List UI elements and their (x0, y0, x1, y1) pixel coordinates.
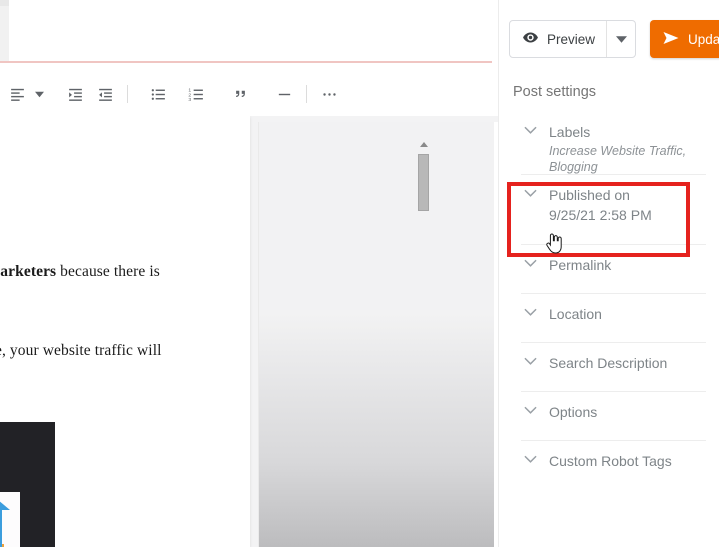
left-edge-strip-top (0, 0, 9, 6)
sidebar-section-search-description[interactable]: Search Description (499, 343, 719, 392)
chevron-down-icon[interactable] (519, 392, 541, 414)
update-button-label: Update (688, 31, 719, 47)
mouse-cursor-pointing-hand-icon (545, 232, 563, 254)
post-settings-sidebar: Preview Update Post settings (498, 0, 719, 547)
chevron-down-icon[interactable] (519, 175, 541, 197)
toolbar-divider (306, 85, 307, 103)
page-title: Post settings (513, 84, 597, 100)
sidebar-section-body: Options (541, 392, 597, 421)
title-field-underline (0, 61, 492, 63)
settings-section-list: Labels Increase Website Traffic, Bloggin… (499, 112, 719, 490)
sidebar-section-body: Published on 9/25/21 2:58 PM (541, 175, 652, 223)
sidebar-section-custom-robot-tags[interactable]: Custom Robot Tags (499, 441, 719, 490)
bulleted-list-icon[interactable] (143, 79, 173, 109)
numbered-list-icon[interactable]: 1 2 3 (181, 79, 211, 109)
preview-button-group: Preview (509, 20, 637, 58)
illustration-up-arrow-icon (0, 495, 10, 547)
sidebar-section-label: Search Description (549, 355, 668, 371)
sidebar-section-label: Labels (549, 124, 591, 140)
sidebar-section-body: Location (541, 294, 602, 323)
sidebar-action-row: Preview Update (509, 20, 719, 58)
sidebar-section-body: Labels Increase Website Traffic, Bloggin… (541, 112, 689, 175)
format-toolbar: 1 2 3 (0, 78, 498, 110)
sidebar-section-label: Location (549, 306, 602, 322)
post-body[interactable]: internet marketers because there is our … (0, 116, 178, 547)
toolbar-divider (127, 85, 128, 103)
app-root: 1 2 3 arketers because there is , your w… (0, 0, 719, 547)
update-button[interactable]: Update (650, 20, 719, 58)
post-text-line-1: internet marketers because there is (0, 263, 160, 280)
chevron-down-icon[interactable] (32, 79, 46, 109)
sidebar-section-options[interactable]: Options (499, 392, 719, 441)
post-page[interactable]: internet marketers because there is our … (0, 116, 429, 547)
preview-button-label: Preview (547, 31, 596, 47)
left-edge-strip (0, 0, 9, 62)
more-options-icon[interactable] (314, 79, 344, 109)
post-illustration-image: B $ (0, 492, 20, 547)
post-image-card[interactable]: e Traffic (0, 422, 55, 547)
chevron-down-icon[interactable] (519, 294, 541, 316)
sidebar-section-label: Custom Robot Tags (549, 453, 672, 469)
indent-decrease-icon[interactable] (90, 79, 120, 109)
svg-text:3: 3 (188, 96, 191, 102)
canvas-background (258, 122, 498, 547)
sidebar-section-label: Options (549, 404, 598, 420)
chevron-down-icon[interactable] (519, 245, 541, 267)
sidebar-section-location[interactable]: Location (499, 294, 719, 343)
chevron-down-icon[interactable] (607, 21, 635, 57)
horizontal-rule-icon[interactable] (269, 79, 299, 109)
chevron-down-icon[interactable] (519, 343, 541, 365)
sidebar-section-value: Increase Website Traffic, Blogging (549, 144, 687, 174)
eye-icon (522, 29, 539, 49)
published-date-value: 9/25/21 2:58 PM (549, 207, 652, 223)
editor-pane: 1 2 3 arketers because there is , your w… (0, 0, 498, 547)
chevron-down-icon[interactable] (519, 112, 541, 134)
send-icon (662, 29, 680, 50)
sidebar-section-body: Custom Robot Tags (541, 441, 672, 470)
sidebar-section-published-on[interactable]: Published on 9/25/21 2:58 PM (499, 175, 719, 245)
post-text-line-2: our website, your website traffic will (0, 342, 162, 359)
preview-button[interactable]: Preview (510, 21, 606, 57)
post-body-scrollbar[interactable] (179, 116, 429, 547)
quote-icon[interactable] (225, 79, 255, 109)
scroll-up-arrow-icon[interactable] (420, 142, 428, 147)
indent-increase-icon[interactable] (60, 79, 90, 109)
sidebar-section-permalink[interactable]: Permalink (499, 245, 719, 294)
sidebar-section-body: Search Description (541, 343, 667, 372)
sidebar-section-label: Permalink (549, 257, 612, 273)
align-icon[interactable] (2, 79, 32, 109)
document-canvas: internet marketers because there is our … (0, 116, 498, 547)
chevron-down-icon[interactable] (519, 441, 541, 463)
sidebar-section-label: Published on (549, 187, 630, 203)
sidebar-section-labels[interactable]: Labels Increase Website Traffic, Bloggin… (499, 112, 719, 175)
scrollbar-thumb[interactable] (418, 154, 429, 211)
